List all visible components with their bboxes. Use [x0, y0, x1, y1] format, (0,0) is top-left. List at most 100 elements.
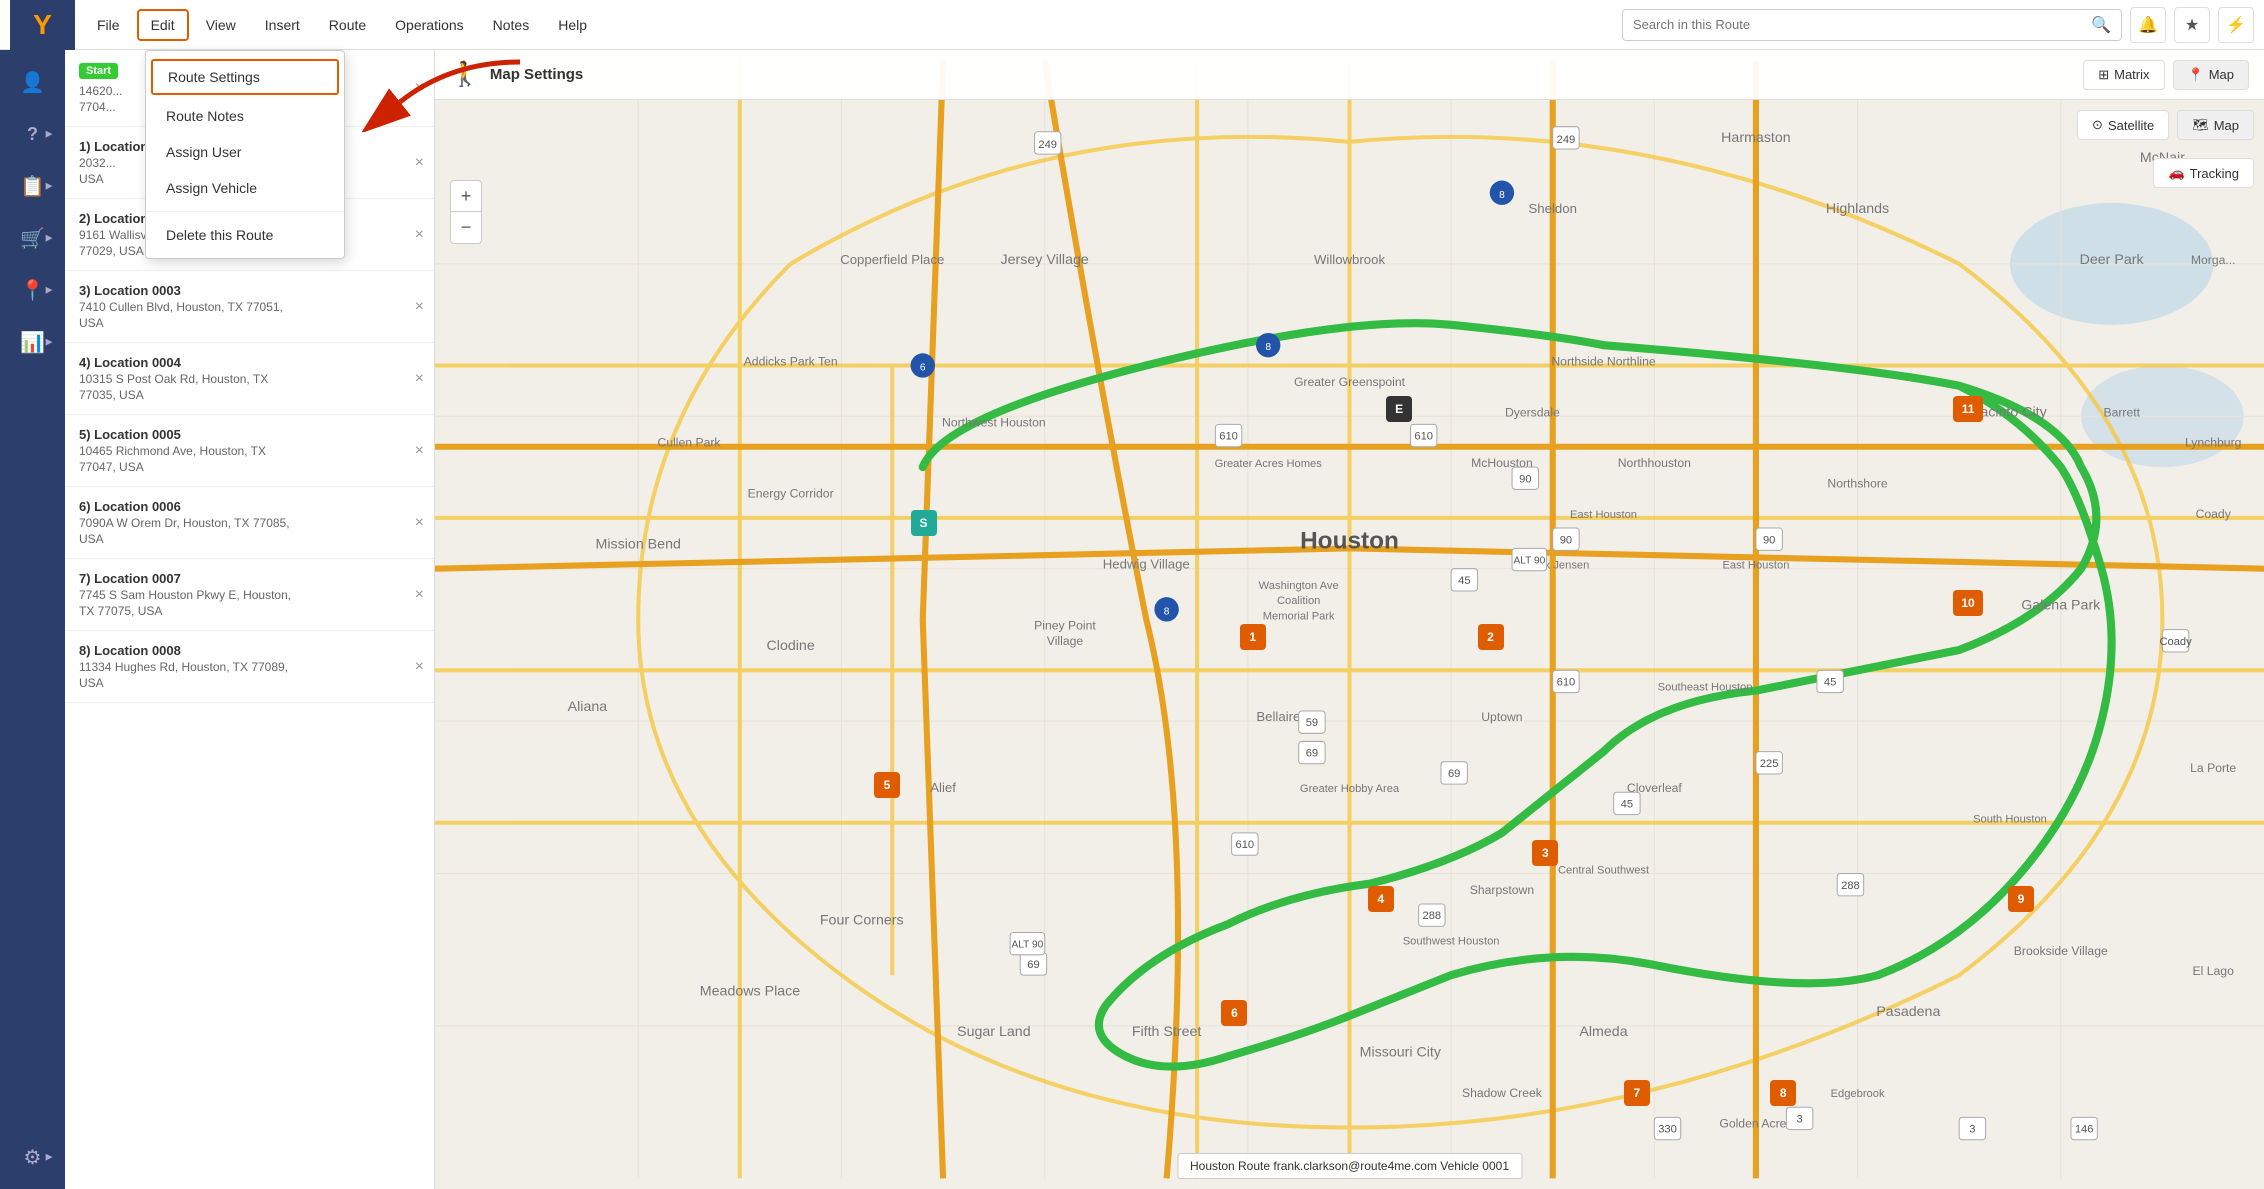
- svg-text:Morga...: Morga...: [2191, 253, 2236, 267]
- sidebar-item-routes[interactable]: 📋 ▶: [11, 164, 55, 208]
- sidebar-item-analytics[interactable]: 📊 ▶: [11, 320, 55, 364]
- svg-text:Jersey Village: Jersey Village: [1001, 252, 1089, 268]
- dropdown-assign-vehicle[interactable]: Assign Vehicle: [146, 170, 344, 206]
- svg-text:249: 249: [1557, 134, 1576, 146]
- search-icon[interactable]: 🔍: [2091, 15, 2111, 35]
- street-view-icon[interactable]: 🚶: [450, 60, 480, 89]
- sidebar-item-help[interactable]: ? ▶: [11, 112, 55, 156]
- close-icon[interactable]: ×: [415, 658, 424, 676]
- map-svg: Houston Clodine Mission Bend Aliana Alie…: [435, 50, 2264, 1189]
- dropdown-route-settings[interactable]: Route Settings: [151, 59, 339, 95]
- svg-text:Brookside Village: Brookside Village: [2014, 944, 2108, 958]
- zoom-out-button[interactable]: −: [450, 212, 482, 244]
- map-settings-title: Map Settings: [490, 66, 583, 83]
- svg-text:Memorial Park: Memorial Park: [1263, 611, 1335, 623]
- map-marker-7[interactable]: 7: [1624, 1080, 1650, 1106]
- matrix-button[interactable]: ⊞ Matrix: [2083, 60, 2164, 90]
- svg-text:Northshore: Northshore: [1827, 476, 1888, 490]
- map-marker-S[interactable]: S: [911, 510, 937, 536]
- svg-text:El Lago: El Lago: [2193, 964, 2235, 978]
- close-icon[interactable]: ×: [415, 154, 424, 172]
- search-input[interactable]: [1633, 17, 2091, 32]
- matrix-label: Matrix: [2114, 67, 2149, 82]
- map-type-button[interactable]: 🗺 Map: [2177, 110, 2254, 140]
- stop-address: 7090A W Orem Dr, Houston, TX 77085,: [79, 516, 420, 530]
- svg-text:Northside Northline: Northside Northline: [1551, 354, 1656, 368]
- menu-route[interactable]: Route: [317, 11, 378, 39]
- sidebar-item-orders[interactable]: 🛒 ▶: [11, 216, 55, 260]
- star-icon[interactable]: ★: [2174, 7, 2210, 43]
- menu-items: File Edit View Insert Route Operations N…: [85, 9, 599, 41]
- map-marker-3[interactable]: 3: [1532, 840, 1558, 866]
- tracking-button-container: 🚗 Tracking: [2153, 158, 2254, 188]
- menu-file[interactable]: File: [85, 11, 132, 39]
- map-marker-E[interactable]: E: [1386, 396, 1412, 422]
- dropdown-assign-user[interactable]: Assign User: [146, 134, 344, 170]
- zoom-in-button[interactable]: +: [450, 180, 482, 212]
- close-icon[interactable]: ×: [415, 586, 424, 604]
- tracking-button[interactable]: 🚗 Tracking: [2153, 158, 2254, 188]
- stop-address: 10315 S Post Oak Rd, Houston, TX: [79, 372, 420, 386]
- menu-view[interactable]: View: [194, 11, 248, 39]
- map-marker-1[interactable]: 1: [1240, 624, 1266, 650]
- logo-icon: Y: [33, 9, 52, 41]
- menu-insert[interactable]: Insert: [253, 11, 312, 39]
- svg-text:Pasadena: Pasadena: [1876, 1004, 1940, 1020]
- map-marker-11[interactable]: 11: [1953, 396, 1983, 422]
- svg-text:Deer Park: Deer Park: [2080, 252, 2145, 268]
- route-stop-4[interactable]: 4) Location 0004 10315 S Post Oak Rd, Ho…: [65, 343, 434, 415]
- route-stop-5[interactable]: 5) Location 0005 10465 Richmond Ave, Hou…: [65, 415, 434, 487]
- svg-text:Central Southwest: Central Southwest: [1558, 865, 1650, 877]
- svg-text:Alief: Alief: [930, 780, 956, 795]
- lightning-icon[interactable]: ⚡: [2218, 7, 2254, 43]
- svg-text:Copperfield Place: Copperfield Place: [840, 252, 944, 267]
- chevron-icon: ▶: [46, 285, 53, 296]
- svg-text:Southwest Houston: Southwest Houston: [1403, 936, 1500, 948]
- start-badge: Start: [79, 63, 118, 79]
- svg-text:Golden Acres: Golden Acres: [1719, 1117, 1792, 1131]
- help-icon: ?: [27, 124, 38, 145]
- map-marker-5[interactable]: 5: [874, 772, 900, 798]
- map-view-button[interactable]: 📍 Map: [2173, 60, 2249, 90]
- menu-notes[interactable]: Notes: [481, 11, 542, 39]
- dropdown-route-notes[interactable]: Route Notes: [146, 98, 344, 134]
- svg-text:8: 8: [1164, 606, 1170, 617]
- route-stop-7[interactable]: 7) Location 0007 7745 S Sam Houston Pkwy…: [65, 559, 434, 631]
- route-stop-3[interactable]: 3) Location 0003 7410 Cullen Blvd, Houst…: [65, 271, 434, 343]
- close-icon[interactable]: ×: [415, 79, 424, 97]
- close-icon[interactable]: ×: [415, 370, 424, 388]
- map-marker-9[interactable]: 9: [2008, 886, 2034, 912]
- svg-text:Aliana: Aliana: [568, 699, 608, 715]
- close-icon[interactable]: ×: [415, 226, 424, 244]
- notification-icon[interactable]: 🔔: [2130, 7, 2166, 43]
- satellite-button[interactable]: ⊙ Satellite: [2077, 110, 2169, 140]
- svg-text:Jacinto City: Jacinto City: [1973, 404, 2047, 420]
- menu-edit[interactable]: Edit: [137, 9, 189, 41]
- menu-operations[interactable]: Operations: [383, 11, 475, 39]
- app-logo[interactable]: Y: [10, 0, 75, 50]
- svg-text:8: 8: [1265, 342, 1271, 353]
- svg-text:Bellaire: Bellaire: [1256, 709, 1300, 724]
- stop-address2: 77035, USA: [79, 388, 420, 402]
- menu-help[interactable]: Help: [546, 11, 599, 39]
- svg-text:610: 610: [1219, 431, 1238, 443]
- svg-text:146: 146: [2075, 1124, 2094, 1136]
- map-marker-2[interactable]: 2: [1478, 624, 1504, 650]
- dropdown-divider: [146, 211, 344, 212]
- sidebar-item-user[interactable]: 👤: [11, 60, 55, 104]
- close-icon[interactable]: ×: [415, 442, 424, 460]
- route-stop-8[interactable]: 8) Location 0008 11334 Hughes Rd, Housto…: [65, 631, 434, 703]
- svg-text:Harmaston: Harmaston: [1721, 130, 1791, 146]
- map-marker-10[interactable]: 10: [1953, 590, 1983, 616]
- satellite-icon: ⊙: [2092, 117, 2103, 133]
- route-stop-6[interactable]: 6) Location 0006 7090A W Orem Dr, Housto…: [65, 487, 434, 559]
- sidebar-item-settings[interactable]: ⚙ ▶: [11, 1135, 55, 1179]
- map-marker-8[interactable]: 8: [1770, 1080, 1796, 1106]
- map-marker-4[interactable]: 4: [1368, 886, 1394, 912]
- map-marker-6[interactable]: 6: [1221, 1000, 1247, 1026]
- svg-text:Sheldon: Sheldon: [1529, 201, 1577, 216]
- close-icon[interactable]: ×: [415, 514, 424, 532]
- dropdown-delete-route[interactable]: Delete this Route: [146, 217, 344, 253]
- close-icon[interactable]: ×: [415, 298, 424, 316]
- sidebar-item-location[interactable]: 📍 ▶: [11, 268, 55, 312]
